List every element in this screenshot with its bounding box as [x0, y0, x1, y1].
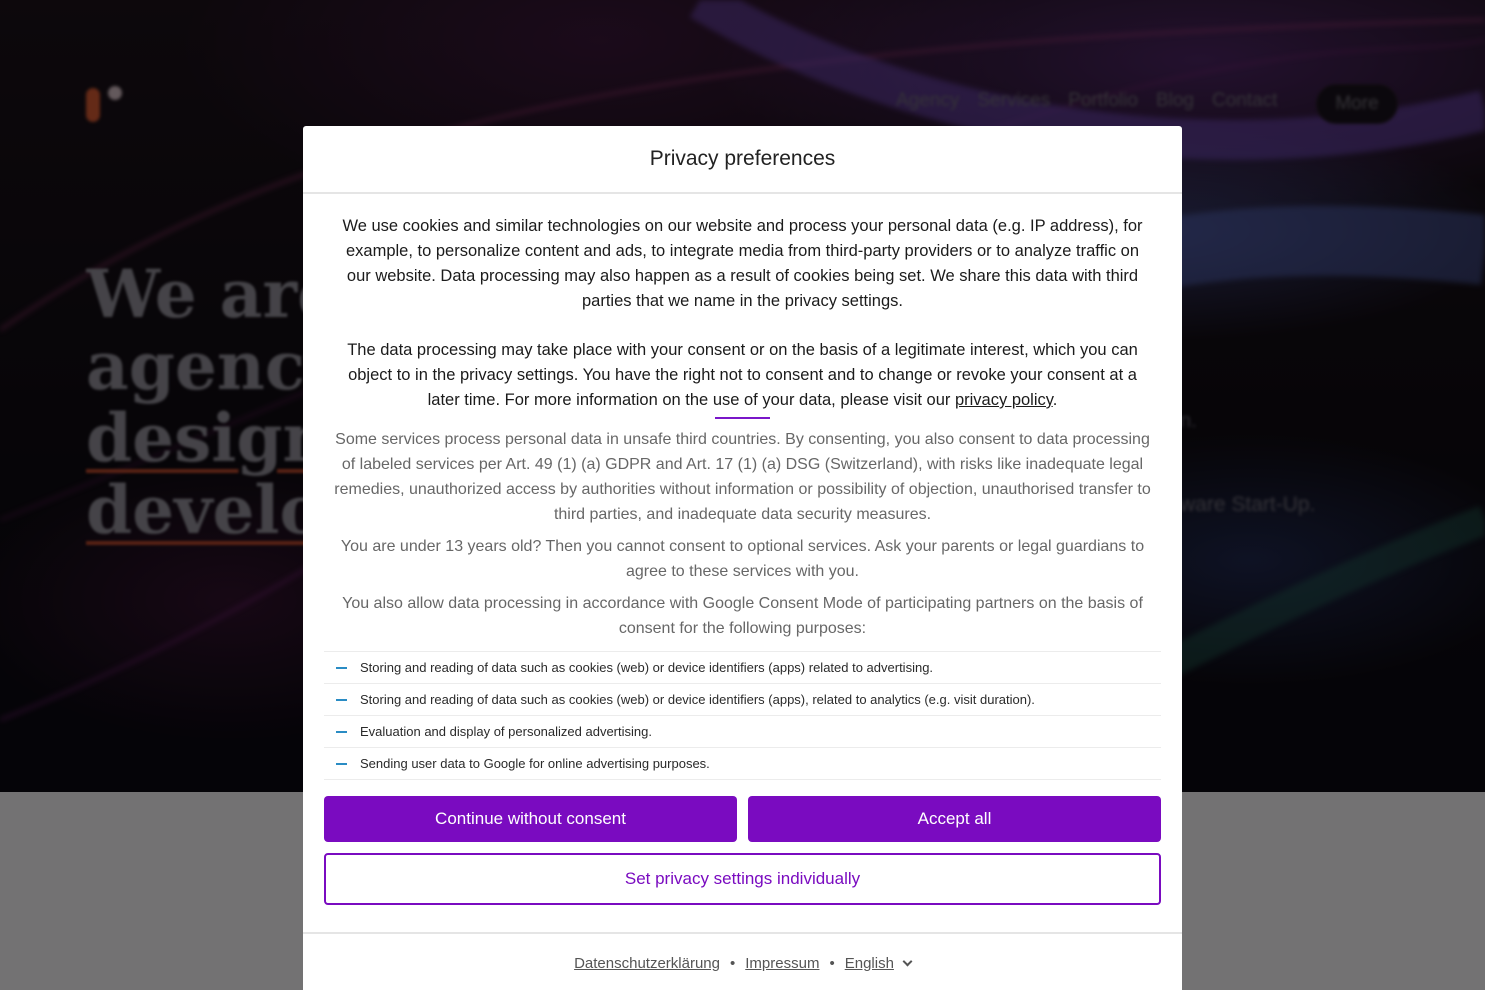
privacy-dialog: Privacy preferences We use cookies and s…: [303, 126, 1182, 990]
privacy-policy-link[interactable]: privacy policy: [955, 391, 1053, 409]
purpose-item: Sending user data to Google for online a…: [324, 748, 1161, 780]
individual-settings-button[interactable]: Set privacy settings individually: [324, 853, 1161, 905]
purpose-label: Storing and reading of data such as cook…: [360, 660, 934, 675]
dash-icon: [336, 730, 347, 733]
purpose-label: Storing and reading of data such as cook…: [360, 692, 1035, 707]
language-select[interactable]: English: [844, 954, 913, 972]
legal-text: The data processing may take place with …: [333, 338, 1153, 413]
privacy-statement-link[interactable]: Datenschutzerklärung: [574, 955, 720, 972]
footer-separator: •: [829, 954, 835, 972]
primary-button-row: Continue without consent Accept all: [324, 796, 1161, 842]
section-divider: [715, 417, 770, 419]
purpose-item: Storing and reading of data such as cook…: [324, 684, 1161, 716]
purpose-list: Storing and reading of data such as cook…: [324, 651, 1161, 780]
dash-icon: [336, 666, 347, 669]
intro-text: We use cookies and similar technologies …: [342, 217, 1143, 310]
dialog-footer: Datenschutzerklärung • Impressum • Engli…: [303, 932, 1182, 990]
chevron-down-icon: [902, 956, 913, 966]
dialog-title: Privacy preferences: [303, 126, 1182, 194]
continue-without-consent-button[interactable]: Continue without consent: [324, 796, 737, 842]
consent-mode-notice: You also allow data processing in accord…: [342, 595, 1143, 637]
purpose-item: Storing and reading of data such as cook…: [324, 652, 1161, 684]
age-notice: You are under 13 years old? Then you can…: [340, 538, 1145, 580]
dash-icon: [336, 698, 347, 701]
legal-text-end: .: [1052, 391, 1058, 409]
purpose-label: Evaluation and display of personalized a…: [360, 724, 652, 739]
footer-separator: •: [730, 954, 736, 972]
imprint-link[interactable]: Impressum: [745, 955, 819, 972]
language-label: English: [844, 954, 894, 972]
third-countries-notice: Some services process personal data in u…: [334, 431, 1151, 523]
purpose-label: Sending user data to Google for online a…: [360, 756, 710, 771]
dash-icon: [336, 762, 347, 765]
accept-all-button[interactable]: Accept all: [748, 796, 1161, 842]
purpose-item: Evaluation and display of personalized a…: [324, 716, 1161, 748]
